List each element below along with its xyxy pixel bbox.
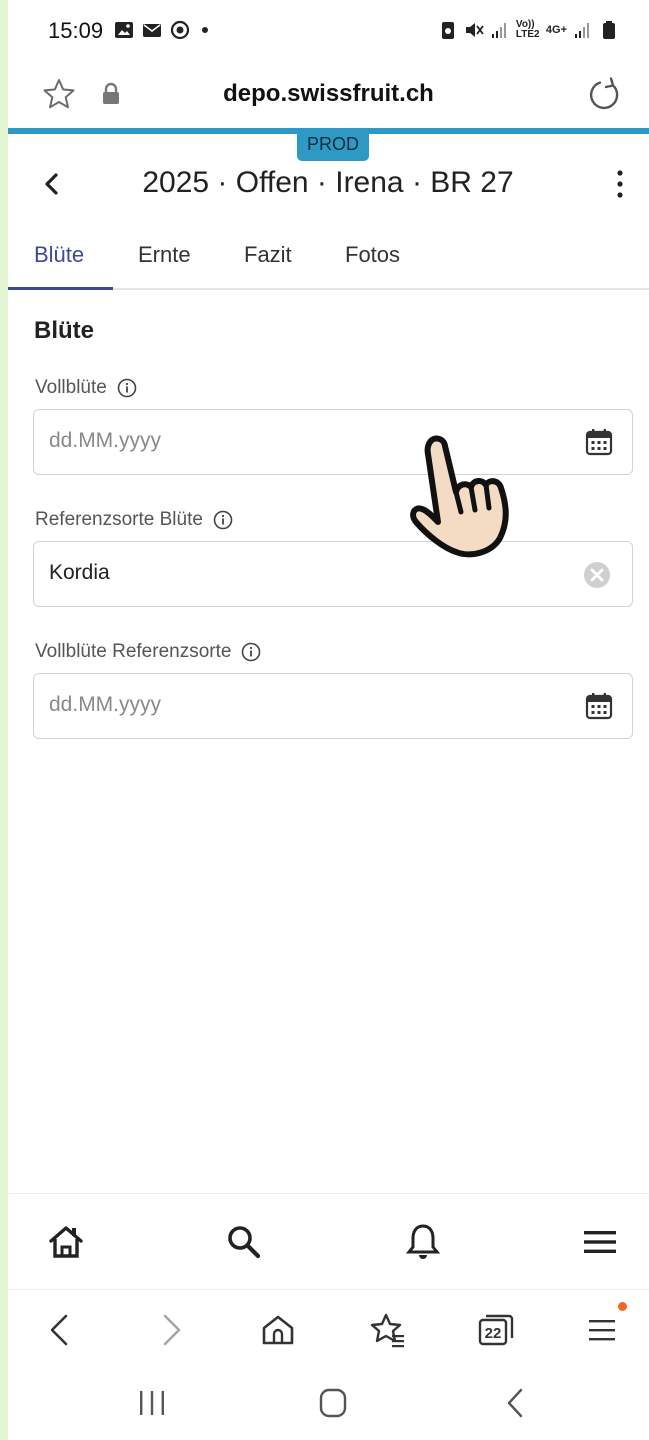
info-icon[interactable] xyxy=(117,378,137,398)
search-icon[interactable] xyxy=(224,1222,264,1262)
signal-icon-2 xyxy=(575,23,589,38)
more-dot xyxy=(202,27,208,33)
browser-back-icon[interactable] xyxy=(40,1310,80,1350)
section-title: Blüte xyxy=(34,317,94,344)
tab-fazit[interactable]: Fazit xyxy=(244,242,292,288)
home-icon[interactable] xyxy=(46,1222,86,1262)
page-title: 2025 · Offen · Irena · BR 27 xyxy=(142,166,514,199)
browser-home-icon[interactable] xyxy=(258,1310,298,1350)
back-arrow-icon[interactable] xyxy=(32,164,72,204)
more-vert-icon[interactable] xyxy=(605,164,635,204)
system-home-icon[interactable] xyxy=(313,1385,353,1421)
system-back-icon[interactable] xyxy=(496,1385,536,1421)
status-time: 15:09 xyxy=(48,18,104,43)
battery-saver-icon xyxy=(441,22,454,39)
screen: 15:09 Vo)) LTE2 4G+ depo.swissfruit.ch P… xyxy=(8,0,649,1440)
vollbluete-ref-label: Vollblüte Referenzsorte xyxy=(35,641,261,663)
page-header: 2025 · Offen · Irena · BR 27 xyxy=(8,150,649,220)
vollbluete-ref-placeholder: dd.MM.yyyy xyxy=(49,693,162,716)
status-left-icons xyxy=(114,20,208,40)
notification-dot xyxy=(618,1302,627,1311)
tab-ernte[interactable]: Ernte xyxy=(138,242,191,288)
app-bottom-nav xyxy=(8,1193,649,1289)
url-bar: depo.swissfruit.ch xyxy=(8,62,649,128)
gallery-icon xyxy=(115,22,133,38)
pointer-hand-icon xyxy=(410,435,509,558)
tab-active-indicator xyxy=(8,287,113,290)
vollbluete-ref-date-field[interactable]: dd.MM.yyyy xyxy=(33,673,633,739)
calendar-icon[interactable] xyxy=(584,691,614,721)
signal-icon xyxy=(491,23,506,38)
bookmarks-icon[interactable] xyxy=(368,1310,408,1350)
vollbluete-placeholder: dd.MM.yyyy xyxy=(49,429,162,452)
browser-toolbar: 22 xyxy=(8,1289,649,1367)
referenzsorte-value: Kordia xyxy=(49,561,110,584)
info-icon[interactable] xyxy=(213,510,233,530)
url-text[interactable]: depo.swissfruit.ch xyxy=(8,80,649,108)
recents-icon[interactable] xyxy=(132,1385,172,1421)
vollbluete-label: Vollblüte xyxy=(35,377,137,399)
mail-icon xyxy=(143,24,161,37)
tab-bluete[interactable]: Blüte xyxy=(34,242,84,288)
info-icon[interactable] xyxy=(241,642,261,662)
network-label: 4G+ xyxy=(545,24,567,36)
volte-label: Vo)) LTE2 xyxy=(515,19,540,40)
browser-forward-icon[interactable] xyxy=(151,1310,191,1350)
tab-bar: Blüte Ernte Fazit Fotos xyxy=(8,236,649,290)
clear-icon[interactable] xyxy=(582,560,612,590)
sync-icon xyxy=(170,20,190,40)
system-nav-bar xyxy=(8,1367,649,1440)
mute-icon xyxy=(465,23,484,37)
tabs-button[interactable]: 22 xyxy=(476,1310,516,1350)
referenzsorte-label: Referenzsorte Blüte xyxy=(35,509,233,531)
tab-fotos[interactable]: Fotos xyxy=(345,242,400,288)
vollbluete-ref-label-text: Vollblüte Referenzsorte xyxy=(35,641,232,662)
tab-count: 22 xyxy=(484,1325,502,1342)
status-bar: 15:09 Vo)) LTE2 4G+ xyxy=(8,0,649,62)
referenzsorte-select[interactable]: Kordia xyxy=(33,541,633,607)
status-right-icons: Vo)) LTE2 4G+ xyxy=(438,20,619,40)
bell-icon[interactable] xyxy=(403,1222,443,1262)
reload-icon[interactable] xyxy=(583,74,625,116)
browser-menu-icon[interactable] xyxy=(583,1310,623,1350)
vollbluete-date-field[interactable]: dd.MM.yyyy xyxy=(33,409,633,475)
menu-icon[interactable] xyxy=(580,1222,620,1262)
battery-icon xyxy=(603,21,615,39)
referenzsorte-label-text: Referenzsorte Blüte xyxy=(35,509,203,530)
vollbluete-label-text: Vollblüte xyxy=(35,377,107,398)
calendar-icon[interactable] xyxy=(584,427,614,457)
